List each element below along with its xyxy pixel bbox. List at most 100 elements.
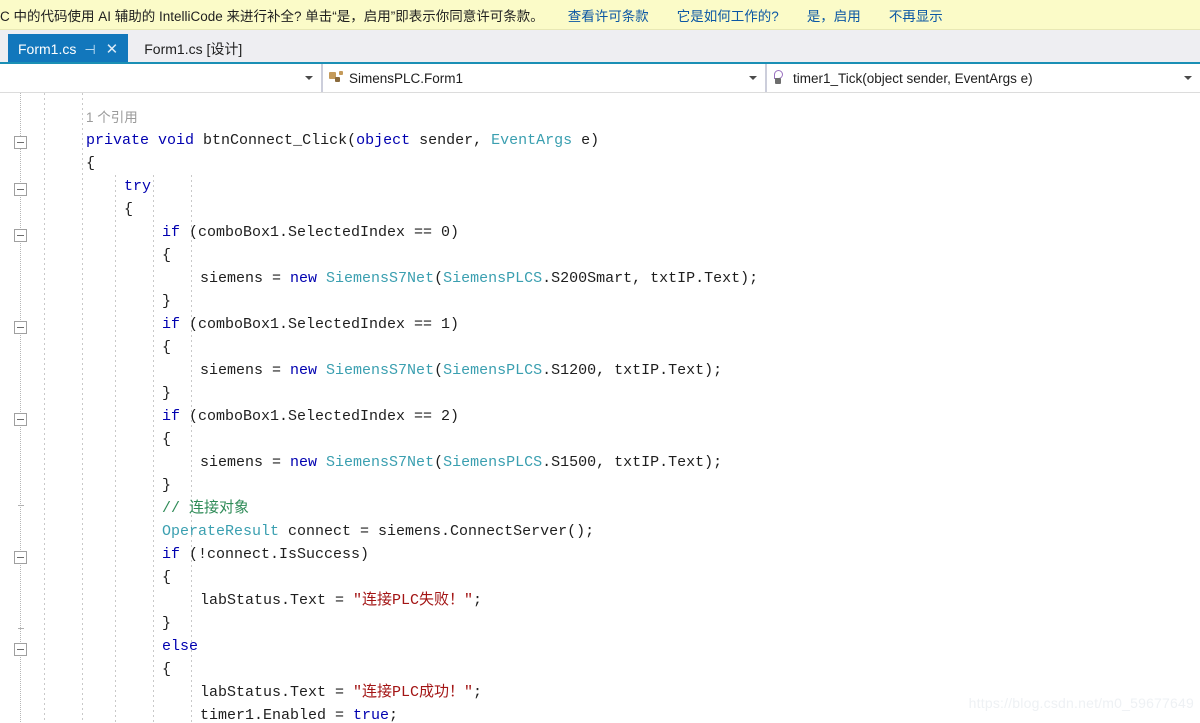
code-text-surface[interactable]: 1 个引用 private void btnConnect_Click(objec… — [0, 93, 1200, 723]
code-token: { — [162, 247, 172, 264]
code-token: } — [162, 385, 172, 402]
code-token: { — [162, 339, 172, 356]
code-line: 1 个引用 — [86, 106, 138, 129]
code-token: labStatus.Text = — [200, 684, 354, 701]
code-token: "连接PLC失败！" — [353, 592, 474, 609]
code-token: new — [290, 454, 318, 471]
chevron-down-icon[interactable] — [305, 76, 313, 80]
code-line: OperateResult connect = siemens.ConnectS… — [162, 520, 594, 543]
code-editor[interactable]: 1 个引用 private void btnConnect_Click(objec… — [0, 93, 1200, 723]
code-line: try — [124, 175, 151, 198]
code-line: labStatus.Text = "连接PLC失败！"; — [200, 589, 482, 612]
code-token: SiemensPLCS — [443, 362, 543, 379]
code-token: .S1200, txtIP.Text); — [542, 362, 723, 379]
type-selector-dropdown[interactable]: SimensPLC.Form1 — [322, 64, 766, 92]
code-line: { — [86, 152, 95, 175]
chevron-down-icon[interactable] — [749, 76, 757, 80]
code-token: SiemensS7Net — [326, 454, 435, 471]
code-token: } — [162, 615, 172, 632]
document-tab-strip: Form1.cs ⊣ ✕ Form1.cs [设计] — [0, 30, 1200, 64]
code-token: e) — [572, 132, 600, 149]
code-line: if (comboBox1.SelectedIndex == 2) — [162, 405, 459, 428]
code-line: if (!connect.IsSuccess) — [162, 543, 369, 566]
code-line: labStatus.Text = "连接PLC成功！"; — [200, 681, 482, 704]
link-yes-enable[interactable]: 是，启用 — [807, 5, 861, 25]
link-view-license-terms[interactable]: 查看许可条款 — [568, 5, 649, 25]
code-line: { — [162, 658, 171, 681]
code-line: } — [162, 474, 171, 497]
code-token: ( — [434, 362, 444, 379]
code-token: EventArgs — [491, 132, 573, 149]
link-dont-show-again[interactable]: 不再显示 — [889, 5, 943, 25]
member-selector-dropdown[interactable]: timer1_Tick(object sender, EventArgs e) — [766, 64, 1200, 92]
code-token: SiemensS7Net — [326, 270, 435, 287]
code-token: .S200Smart, txtIP.Text); — [542, 270, 759, 287]
method-icon — [773, 70, 789, 86]
code-token: { — [162, 661, 172, 678]
namespace-icon — [329, 70, 345, 86]
code-token: OperateResult — [162, 523, 280, 540]
code-token: } — [162, 293, 172, 310]
notification-links: 查看许可条款 它是如何工作的? 是，启用 不再显示 — [568, 5, 943, 25]
project-selector-dropdown[interactable] — [0, 64, 322, 92]
watermark-text: https://blog.csdn.net/m0_59677649 — [968, 695, 1194, 711]
link-how-it-works[interactable]: 它是如何工作的? — [677, 5, 779, 25]
code-token: SiemensS7Net — [326, 362, 435, 379]
code-token: { — [162, 569, 172, 586]
code-token: ; — [389, 707, 399, 723]
code-token: (comboBox1.SelectedIndex == 1) — [180, 316, 460, 333]
code-token: siemens = — [200, 362, 291, 379]
member-selector-value: timer1_Tick(object sender, EventArgs e) — [793, 70, 1033, 86]
code-token: true — [353, 707, 390, 723]
code-token: sender, — [410, 132, 492, 149]
code-token: SiemensPLCS — [443, 454, 543, 471]
code-token: btnConnect_Click( — [194, 132, 357, 149]
code-line: private void btnConnect_Click(object sen… — [86, 129, 599, 152]
code-token: ( — [434, 270, 444, 287]
code-line: } — [162, 290, 171, 313]
code-line: { — [162, 336, 171, 359]
code-token: // 连接对象 — [162, 500, 250, 517]
code-token: } — [162, 477, 172, 494]
code-line: { — [124, 198, 133, 221]
code-line: } — [162, 612, 171, 635]
code-token: (!connect.IsSuccess) — [180, 546, 370, 563]
code-token: "连接PLC成功！" — [353, 684, 474, 701]
code-token: if — [162, 408, 181, 425]
code-line: { — [162, 566, 171, 589]
code-token: { — [124, 201, 134, 218]
code-line: timer1.Enabled = true; — [200, 704, 398, 723]
code-token: 1 个引用 — [86, 110, 138, 125]
code-token: ( — [434, 454, 444, 471]
code-token: siemens = — [200, 454, 291, 471]
code-token: labStatus.Text = — [200, 592, 354, 609]
code-token: if — [162, 316, 181, 333]
code-navigation-bar: SimensPLC.Form1 timer1_Tick(object sende… — [0, 64, 1200, 93]
code-line: // 连接对象 — [162, 497, 249, 520]
code-token: siemens = — [200, 270, 291, 287]
code-token: timer1.Enabled = — [200, 707, 354, 723]
code-line: { — [162, 428, 171, 451]
type-selector-value: SimensPLC.Form1 — [349, 70, 464, 86]
code-token: (comboBox1.SelectedIndex == 0) — [180, 224, 460, 241]
code-token: void — [158, 132, 195, 149]
code-token: if — [162, 224, 181, 241]
code-token: { — [162, 431, 172, 448]
code-line: } — [162, 382, 171, 405]
code-token: { — [86, 155, 96, 172]
pin-icon[interactable]: ⊣ — [84, 43, 95, 56]
visual-studio-window: C 中的代码使用 AI 辅助的 IntelliCode 来进行补全? 单击“是，… — [0, 0, 1200, 723]
close-icon[interactable]: ✕ — [104, 42, 121, 57]
code-line: siemens = new SiemensS7Net(SiemensPLCS.S… — [200, 359, 722, 382]
code-token: private — [86, 132, 150, 149]
code-line: if (comboBox1.SelectedIndex == 0) — [162, 221, 459, 244]
code-token: try — [124, 178, 152, 195]
intellicode-notification-bar: C 中的代码使用 AI 辅助的 IntelliCode 来进行补全? 单击“是，… — [0, 0, 1200, 30]
tab-form1-cs-design[interactable]: Form1.cs [设计] — [132, 34, 251, 64]
chevron-down-icon[interactable] — [1184, 76, 1192, 80]
tab-form1-cs[interactable]: Form1.cs ⊣ ✕ — [8, 34, 129, 64]
code-token: ; — [473, 592, 483, 609]
